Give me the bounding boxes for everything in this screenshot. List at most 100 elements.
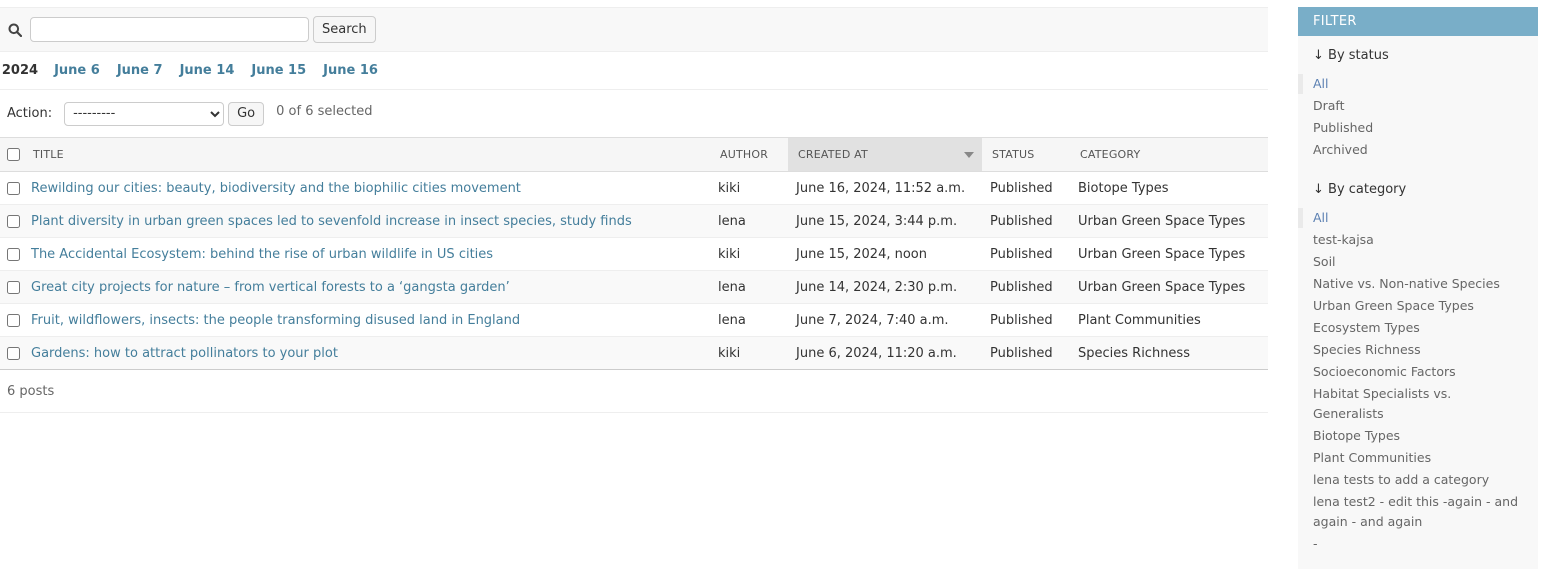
table-row: Plant diversity in urban green spaces le… — [0, 204, 1268, 238]
date-hierarchy-day-link[interactable]: June 15 — [251, 63, 306, 78]
select-all-checkbox[interactable] — [7, 148, 20, 162]
column-header-created-at[interactable]: CREATED AT — [788, 137, 982, 172]
search-toolbar: Search — [0, 7, 1268, 52]
title-cell: The Accidental Ecosystem: behind the ris… — [30, 237, 710, 271]
actions-bar: Action: --------- Go 0 of 6 selected — [0, 90, 1268, 137]
filter-category-item: Species Richness — [1298, 340, 1538, 360]
column-header-created-at-label: CREATED AT — [798, 148, 868, 161]
filter-category-item: Ecosystem Types — [1298, 318, 1538, 338]
column-header-status[interactable]: STATUS — [982, 137, 1070, 172]
filter-category-item: Socioeconomic Factors — [1298, 362, 1538, 382]
column-header-category[interactable]: CATEGORY — [1070, 137, 1268, 172]
date-hierarchy: ‹ 2024 June 6 June 7 June 14 June 15 Jun… — [0, 52, 1268, 90]
row-checkbox[interactable] — [7, 181, 20, 195]
action-select[interactable]: --------- — [64, 101, 225, 126]
filter-category-link[interactable]: Biotope Types — [1313, 428, 1400, 443]
column-header-author[interactable]: AUTHOR — [710, 137, 788, 172]
filter-status-archived-link[interactable]: Archived — [1313, 142, 1368, 157]
filter-category-link[interactable]: test-kajsa — [1313, 232, 1374, 247]
filter-category-link[interactable]: lena test2 - edit this -again - and agai… — [1313, 494, 1518, 529]
filter-category-link[interactable]: Species Richness — [1313, 342, 1421, 357]
go-button[interactable]: Go — [228, 101, 265, 126]
filter-category-link[interactable]: Urban Green Space Types — [1313, 298, 1474, 313]
filter-category-link[interactable]: Ecosystem Types — [1313, 320, 1420, 335]
row-checkbox-cell — [0, 237, 30, 271]
sort-descending-icon[interactable] — [964, 152, 974, 158]
filter-category-item: - — [1298, 534, 1538, 554]
date-hierarchy-day-link[interactable]: June 7 — [117, 63, 163, 78]
post-title-link[interactable]: Rewilding our cities: beauty, biodiversi… — [31, 181, 521, 196]
date-hierarchy-day-link[interactable]: June 6 — [54, 63, 100, 78]
select-all-cell — [0, 137, 30, 172]
title-cell: Gardens: how to attract pollinators to y… — [30, 336, 710, 370]
row-checkbox-cell — [0, 204, 30, 238]
table-row: Gardens: how to attract pollinators to y… — [0, 336, 1268, 370]
search-input[interactable] — [30, 17, 309, 42]
status-cell: Published — [982, 270, 1070, 304]
search-icon — [8, 23, 22, 37]
category-cell: Urban Green Space Types — [1070, 204, 1268, 238]
filter-category-link[interactable]: Plant Communities — [1313, 450, 1431, 465]
paginator: 6 posts — [0, 370, 1268, 413]
status-cell: Published — [982, 237, 1070, 271]
author-cell: lena — [710, 303, 788, 337]
results-table: TITLE AUTHOR CREATED AT STATUS CATEGORY … — [0, 137, 1268, 370]
date-hierarchy-day-link[interactable]: June 16 — [323, 63, 378, 78]
search-button[interactable]: Search — [313, 16, 376, 43]
filter-status-all-link[interactable]: All — [1313, 76, 1329, 91]
filter-category-link[interactable]: - — [1313, 536, 1318, 551]
author-cell: lena — [710, 204, 788, 238]
filter-status-draft-link[interactable]: Draft — [1313, 98, 1345, 113]
status-cell: Published — [982, 303, 1070, 337]
filter-category-link[interactable]: Habitat Specialists vs. Generalists — [1313, 386, 1451, 421]
author-cell: lena — [710, 270, 788, 304]
filter-section-category-title: ↓ By category — [1313, 181, 1407, 197]
title-cell: Fruit, wildflowers, insects: the people … — [30, 303, 710, 337]
filter-category-link[interactable]: Socioeconomic Factors — [1313, 364, 1456, 379]
column-header-title[interactable]: TITLE — [30, 137, 710, 172]
filter-status-item: Archived — [1298, 140, 1538, 160]
filter-category-link[interactable]: All — [1313, 210, 1329, 225]
title-cell: Rewilding our cities: beauty, biodiversi… — [30, 171, 710, 205]
post-title-link[interactable]: Gardens: how to attract pollinators to y… — [31, 346, 338, 361]
post-title-link[interactable]: The Accidental Ecosystem: behind the ris… — [31, 247, 493, 262]
action-label: Action: — [7, 106, 53, 121]
filter-category-link[interactable]: Soil — [1313, 254, 1336, 269]
row-checkbox[interactable] — [7, 346, 20, 360]
table-header-row: TITLE AUTHOR CREATED AT STATUS CATEGORY — [0, 137, 1268, 172]
filter-category-item: test-kajsa — [1298, 230, 1538, 250]
filter-status-item: All — [1298, 74, 1538, 94]
date-hierarchy-back-link[interactable]: ‹ 2024 — [0, 63, 38, 78]
created-at-cell: June 15, 2024, noon — [788, 237, 982, 271]
result-count: 6 posts — [7, 383, 55, 399]
filter-header: FILTER — [1298, 7, 1538, 36]
filter-category-item: Urban Green Space Types — [1298, 296, 1538, 316]
filter-status-published-link[interactable]: Published — [1313, 120, 1373, 135]
filter-category-item: Soil — [1298, 252, 1538, 272]
row-checkbox[interactable] — [7, 214, 20, 228]
table-row: Great city projects for nature – from ve… — [0, 270, 1268, 304]
created-at-cell: June 15, 2024, 3:44 p.m. — [788, 204, 982, 238]
category-cell: Urban Green Space Types — [1070, 237, 1268, 271]
filter-category-link[interactable]: lena tests to add a category — [1313, 472, 1489, 487]
author-cell: kiki — [710, 237, 788, 271]
row-checkbox[interactable] — [7, 247, 20, 261]
filter-category-link[interactable]: Native vs. Non-native Species — [1313, 276, 1500, 291]
table-row: Fruit, wildflowers, insects: the people … — [0, 303, 1268, 337]
category-cell: Urban Green Space Types — [1070, 270, 1268, 304]
filter-status-item: Published — [1298, 118, 1538, 138]
post-title-link[interactable]: Fruit, wildflowers, insects: the people … — [31, 313, 520, 328]
filter-category-item: Plant Communities — [1298, 448, 1538, 468]
post-title-link[interactable]: Great city projects for nature – from ve… — [31, 280, 510, 295]
filter-category-list: All test-kajsa Soil Native vs. Non-nativ… — [1298, 208, 1538, 554]
filter-category-item: Biotope Types — [1298, 426, 1538, 446]
filter-category-item: Native vs. Non-native Species — [1298, 274, 1538, 294]
filter-status-item: Draft — [1298, 96, 1538, 116]
row-checkbox[interactable] — [7, 313, 20, 327]
row-checkbox[interactable] — [7, 280, 20, 294]
post-title-link[interactable]: Plant diversity in urban green spaces le… — [31, 214, 632, 229]
author-cell: kiki — [710, 171, 788, 205]
filter-section-status-title: ↓ By status — [1313, 47, 1389, 63]
date-hierarchy-day-link[interactable]: June 14 — [180, 63, 235, 78]
filter-sidebar: FILTER ↓ By status All Draft Published A… — [1298, 7, 1538, 569]
